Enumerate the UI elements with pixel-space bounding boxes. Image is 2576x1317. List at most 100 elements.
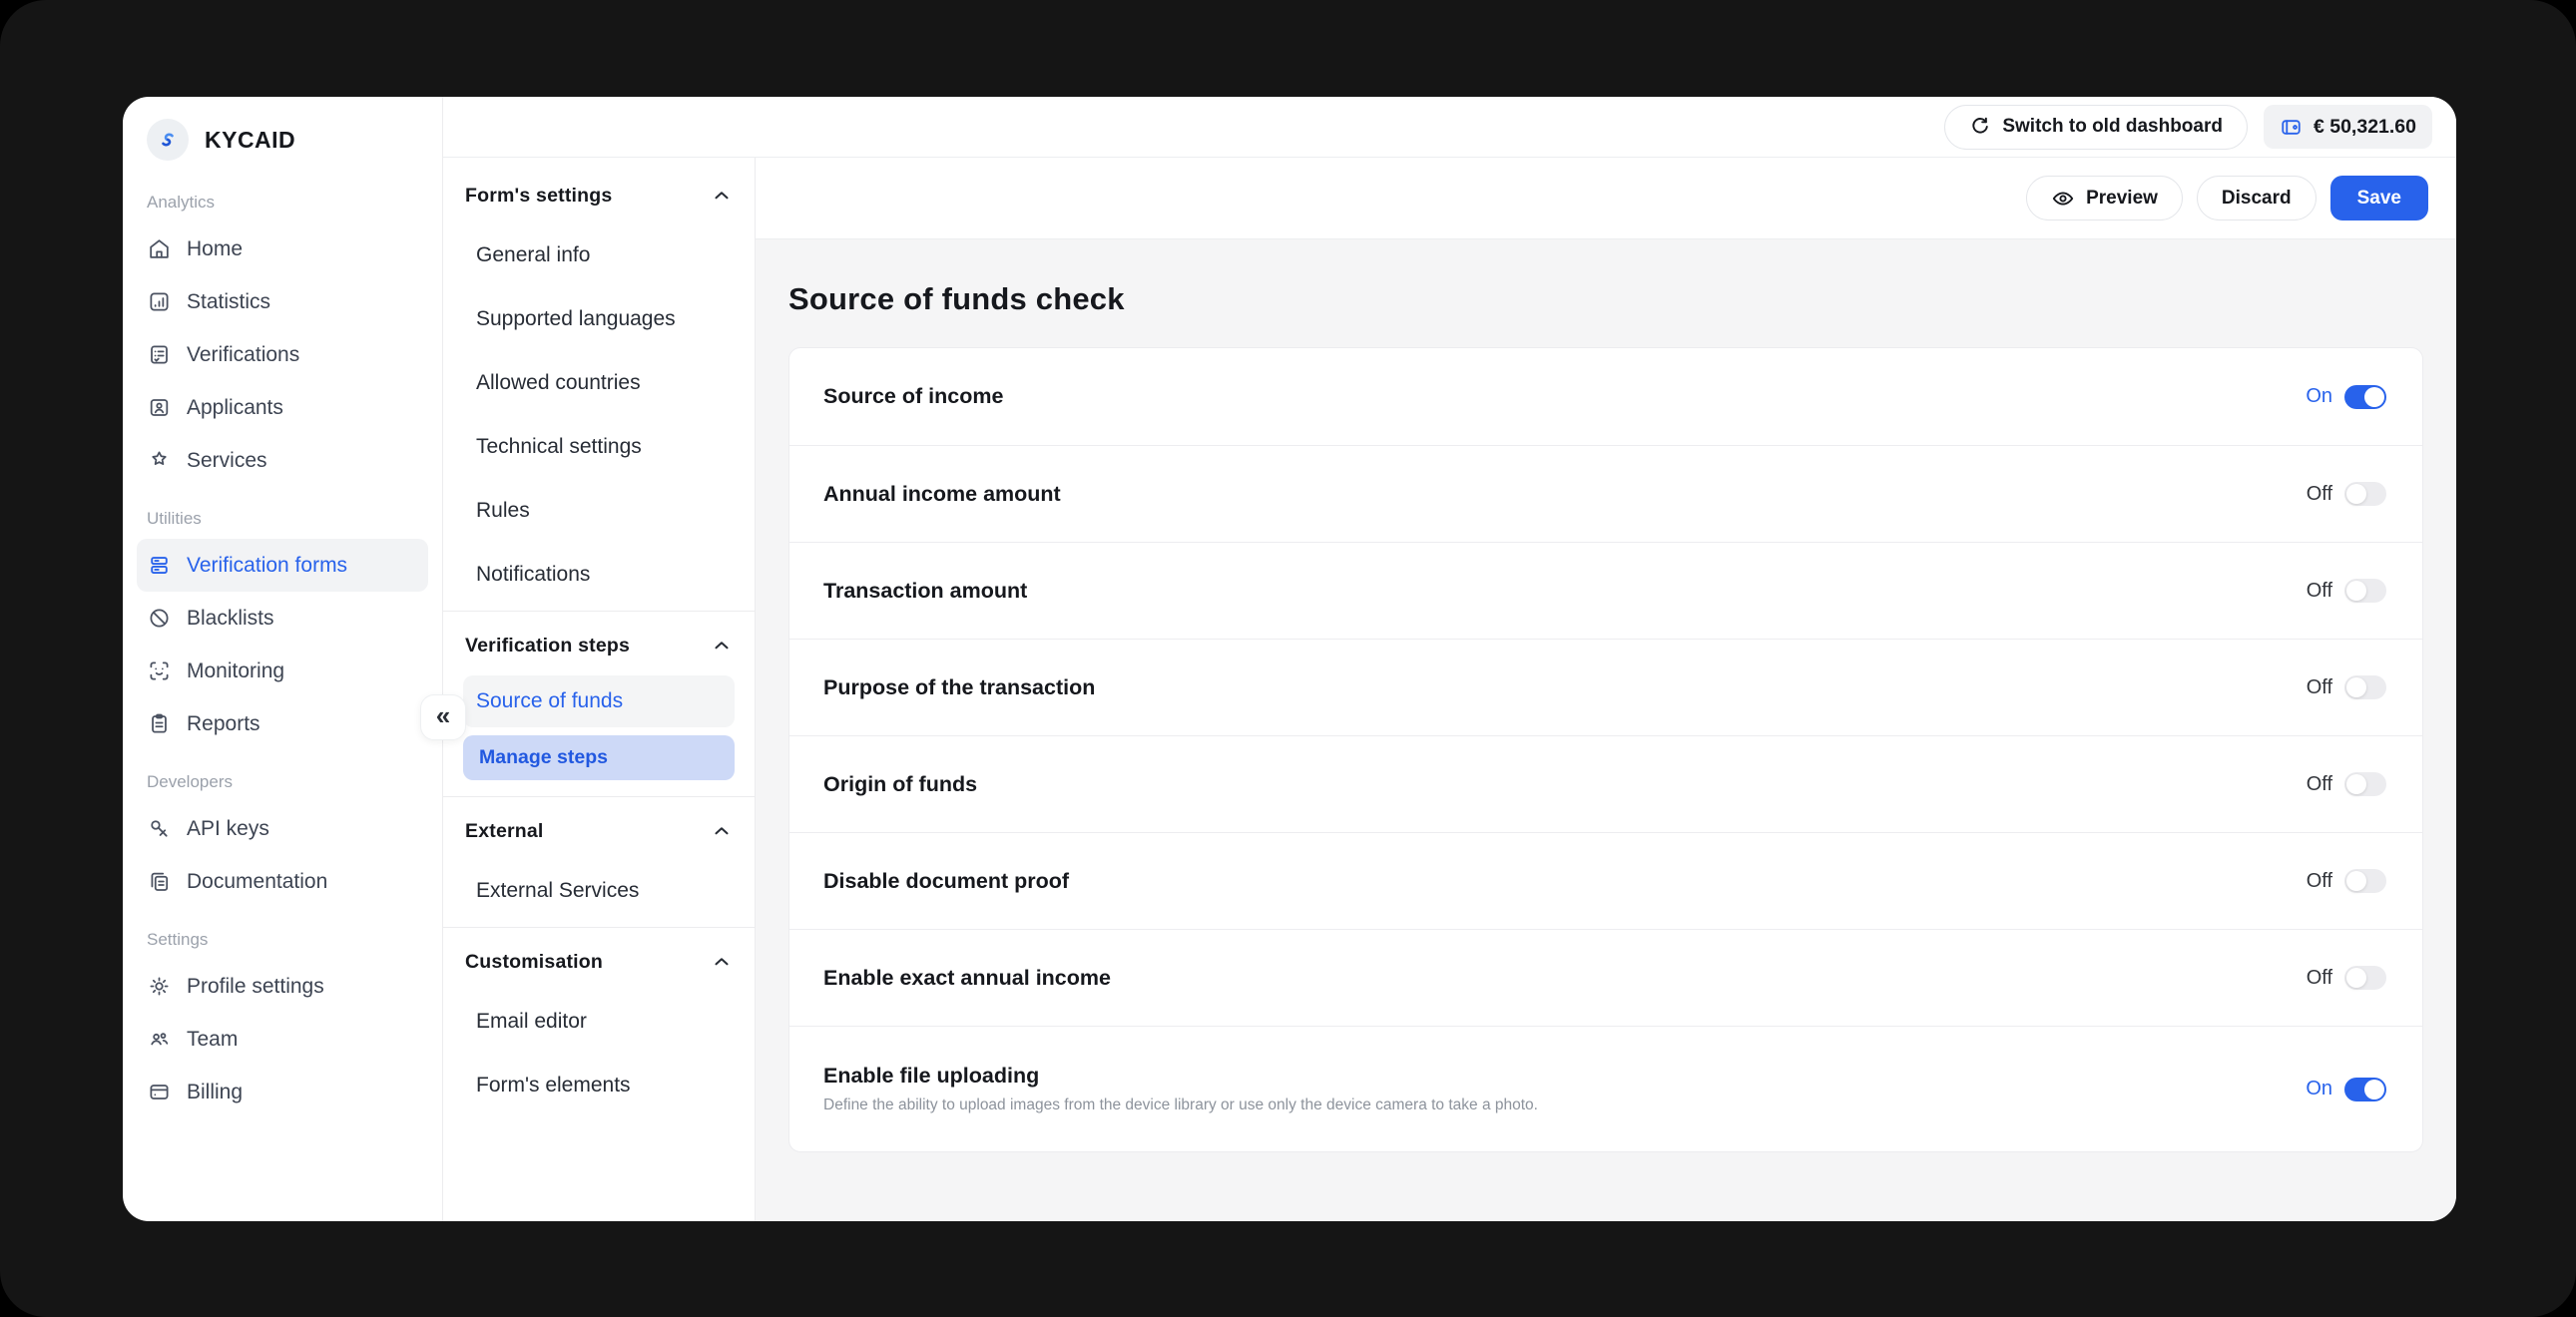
sidebar-item-label: Services — [187, 448, 267, 472]
applicants-icon — [147, 395, 172, 420]
brand[interactable]: KYCAID — [137, 109, 428, 171]
divider — [443, 611, 755, 612]
sidebar-item-monitoring[interactable]: Monitoring — [137, 645, 428, 697]
setting-row-enable-file-uploading: Enable file uploading Define the ability… — [789, 1026, 2422, 1151]
verification-forms-icon — [147, 553, 172, 578]
group-title: External — [465, 819, 544, 842]
toggle-group: Off — [2307, 869, 2386, 893]
sidebar-item-services[interactable]: Services — [137, 434, 428, 487]
collapse-sidebar-button[interactable]: « — [420, 694, 466, 740]
group-title: Customisation — [465, 950, 604, 973]
purpose-of-the-transaction-toggle[interactable] — [2344, 675, 2386, 699]
collapse-chevrons-icon: « — [435, 699, 451, 730]
toggle-group: Off — [2307, 675, 2386, 699]
toggle-state-label: On — [2306, 385, 2332, 407]
manage-steps-button[interactable]: Manage steps — [463, 735, 735, 780]
subsidebar-item-forms-elements[interactable]: Form's elements — [443, 1054, 755, 1117]
subsidebar-item-notifications[interactable]: Notifications — [443, 543, 755, 607]
toggle-state-label: Off — [2306, 869, 2332, 892]
subsidebar-item-source-of-funds-active[interactable]: Source of funds — [463, 675, 735, 727]
group-header-external[interactable]: External — [443, 803, 755, 859]
lower-region: « Form's settings General info Supported… — [420, 158, 2456, 1221]
transaction-amount-toggle[interactable] — [2344, 579, 2386, 603]
annual-income-amount-toggle[interactable] — [2344, 482, 2386, 506]
sidebar-item-verification-forms[interactable]: Verification forms — [137, 539, 428, 592]
main-column: Preview Discard Save Source of funds che… — [756, 158, 2456, 1221]
sidebar-item-verifications[interactable]: Verifications — [137, 328, 428, 381]
setting-label: Enable file uploading — [823, 1064, 1040, 1088]
subsidebar-item-technical-settings[interactable]: Technical settings — [443, 415, 755, 479]
enable-file-uploading-toggle[interactable] — [2344, 1077, 2386, 1101]
blacklists-icon — [147, 606, 172, 631]
subsidebar-item-allowed-countries[interactable]: Allowed countries — [443, 351, 755, 415]
kycaid-swirl-icon — [147, 119, 189, 161]
switch-to-old-dashboard-button[interactable]: Switch to old dashboard — [1944, 104, 2248, 150]
refresh-icon — [1969, 116, 1991, 138]
chevron-up-icon — [711, 951, 733, 973]
sidebar-item-blacklists[interactable]: Blacklists — [137, 592, 428, 645]
chevron-up-icon — [711, 635, 733, 657]
sidebar-item-home[interactable]: Home — [137, 222, 428, 275]
divider — [443, 927, 755, 928]
divider — [443, 796, 755, 797]
app-window: KYCAID Analytics Home Statistics Verific… — [123, 97, 2456, 1221]
subsidebar-item-external-services[interactable]: External Services — [443, 859, 755, 923]
topbar: Switch to old dashboard € 50,321.60 — [443, 97, 2456, 158]
section-label-analytics: Analytics — [147, 193, 216, 212]
sidebar-item-label: Home — [187, 236, 244, 260]
right-column: Switch to old dashboard € 50,321.60 « Fo… — [420, 97, 2456, 1221]
toggle-state-label: Off — [2306, 675, 2332, 698]
balance-pill[interactable]: € 50,321.60 — [2263, 105, 2432, 149]
chevron-up-icon — [711, 820, 733, 842]
sidebar-item-profile-settings[interactable]: Profile settings — [137, 960, 428, 1013]
preview-button[interactable]: Preview — [2026, 176, 2183, 220]
eye-icon — [2051, 187, 2075, 211]
brand-name: KYCAID — [205, 126, 296, 153]
setting-label: Source of income — [823, 384, 1004, 408]
api-keys-icon — [147, 816, 172, 841]
group-header-customisation[interactable]: Customisation — [443, 934, 755, 990]
toggle-state-label: Off — [2306, 579, 2332, 602]
verifications-icon — [147, 342, 172, 367]
section-label-settings: Settings — [147, 930, 209, 949]
toggle-knob — [2346, 871, 2366, 891]
setting-label: Disable document proof — [823, 868, 1070, 893]
setting-row-transaction-amount: Transaction amount Off — [789, 542, 2422, 639]
toggle-state-label: Off — [2306, 772, 2332, 795]
sidebar-item-api-keys[interactable]: API keys — [137, 802, 428, 855]
sidebar-item-label: Applicants — [187, 395, 283, 419]
subsidebar-item-supported-languages[interactable]: Supported languages — [443, 287, 755, 351]
actionbar: Preview Discard Save — [756, 158, 2456, 239]
sidebar-item-documentation[interactable]: Documentation — [137, 855, 428, 908]
wallet-icon — [2280, 116, 2303, 139]
sidebar-item-applicants[interactable]: Applicants — [137, 381, 428, 434]
page-title: Source of funds check — [788, 281, 1125, 316]
toggle-knob — [2346, 581, 2366, 601]
section-label-utilities: Utilities — [147, 509, 202, 528]
profile-settings-icon — [147, 974, 172, 999]
group-header-forms-settings[interactable]: Form's settings — [443, 168, 755, 223]
toggle-group: Off — [2307, 966, 2386, 990]
group-header-verification-steps[interactable]: Verification steps — [443, 618, 755, 673]
discard-button[interactable]: Discard — [2196, 176, 2317, 220]
toggle-knob — [2346, 484, 2366, 504]
balance-amount: € 50,321.60 — [2313, 115, 2416, 138]
services-icon — [147, 448, 172, 473]
save-button[interactable]: Save — [2329, 176, 2428, 220]
subsidebar-item-email-editor[interactable]: Email editor — [443, 990, 755, 1054]
enable-exact-annual-income-toggle[interactable] — [2344, 966, 2386, 990]
section-label-developers: Developers — [147, 772, 233, 791]
toggle-knob — [2346, 774, 2366, 794]
disable-document-proof-toggle[interactable] — [2344, 869, 2386, 893]
sidebar-item-billing[interactable]: Billing — [137, 1066, 428, 1118]
toggle-knob — [2346, 677, 2366, 697]
sidebar-item-statistics[interactable]: Statistics — [137, 275, 428, 328]
sidebar-item-reports[interactable]: Reports — [137, 697, 428, 750]
subsidebar-item-rules[interactable]: Rules — [443, 479, 755, 543]
subsidebar-item-general-info[interactable]: General info — [443, 223, 755, 287]
sidebar-item-team[interactable]: Team — [137, 1013, 428, 1066]
setting-label: Enable exact annual income — [823, 965, 1111, 990]
origin-of-funds-toggle[interactable] — [2344, 772, 2386, 796]
setting-row-source-of-income: Source of income On — [789, 348, 2422, 445]
source-of-income-toggle[interactable] — [2344, 384, 2386, 409]
